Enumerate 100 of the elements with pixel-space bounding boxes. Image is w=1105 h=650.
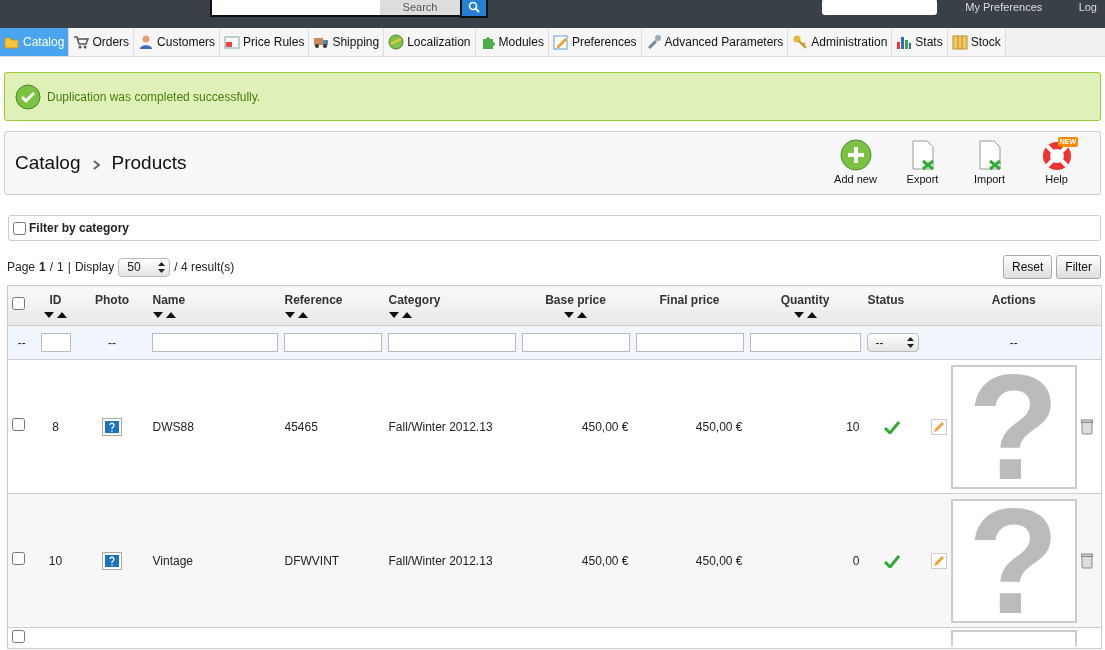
nav-tab[interactable]: Localization xyxy=(384,28,476,56)
page-number: 1 xyxy=(39,259,46,276)
bar-chart-icon xyxy=(896,34,913,50)
breadcrumb-item: Products xyxy=(111,150,187,175)
trash-icon[interactable] xyxy=(1080,418,1093,435)
table-cell: 10 xyxy=(48,553,63,568)
chevron-icon xyxy=(92,160,100,170)
sort-down-icon xyxy=(152,312,163,318)
edit-icon[interactable] xyxy=(930,552,947,569)
edit-icon[interactable] xyxy=(930,418,947,435)
image-preview: ? xyxy=(950,364,1077,489)
column-header[interactable]: Photo xyxy=(95,293,129,307)
nav-tab[interactable]: Shipping xyxy=(309,28,385,56)
table-cell: 450,00 € xyxy=(581,553,629,568)
table-cell: DWS88 xyxy=(152,419,194,434)
column-header[interactable]: Base price xyxy=(545,293,606,307)
preferences-link[interactable]: My Preferences xyxy=(965,0,1043,16)
row-checkbox[interactable] xyxy=(12,630,25,643)
sort-down-icon xyxy=(388,312,399,318)
nav-tab[interactable]: Preferences xyxy=(548,28,642,56)
wrench-icon xyxy=(645,34,662,50)
display-label: Display xyxy=(74,259,115,276)
table-cell: Vintage xyxy=(152,553,193,568)
filter-input[interactable] xyxy=(635,333,744,352)
checkmark-icon[interactable] xyxy=(883,554,900,569)
sort-up-icon xyxy=(806,312,817,318)
sort-down-icon xyxy=(793,312,804,318)
table-cell: 450,00 € xyxy=(581,419,629,434)
nav-tab[interactable]: Administration xyxy=(788,28,893,56)
nav-tab[interactable]: Modules xyxy=(475,28,549,56)
column-header[interactable]: Category xyxy=(388,293,441,307)
filter-input[interactable] xyxy=(283,333,382,352)
filter-input[interactable] xyxy=(387,333,516,352)
text-field[interactable] xyxy=(822,0,937,15)
action-button[interactable]: Reset xyxy=(1002,255,1053,279)
sort-down-icon xyxy=(284,312,295,318)
nav-tab[interactable]: Advanced Parameters xyxy=(641,28,789,56)
image-placeholder-icon xyxy=(102,551,122,570)
action-button[interactable]: Filter xyxy=(1056,255,1101,279)
column-header[interactable]: Actions xyxy=(991,293,1036,307)
row-checkbox[interactable] xyxy=(12,417,25,431)
search-button[interactable]: Search xyxy=(380,0,460,17)
success-message: Duplication was completed successfully. xyxy=(47,88,261,106)
image-placeholder-icon xyxy=(102,417,122,436)
filter-input[interactable] xyxy=(151,333,278,352)
table-cell: Fall/Winter 2012.13 xyxy=(388,553,493,568)
updown-icon xyxy=(158,261,166,273)
table-cell: 450,00 € xyxy=(695,553,743,568)
add-icon xyxy=(839,138,872,171)
select-all-checkbox[interactable] xyxy=(12,297,25,310)
table-cell: 10 xyxy=(846,419,860,434)
table-cell: DFWVINT xyxy=(284,553,340,568)
column-header[interactable]: Final price xyxy=(659,293,720,307)
placeholder-dash: -- xyxy=(17,335,26,350)
nav-tab[interactable]: Orders xyxy=(69,28,135,56)
table-cell: 0 xyxy=(852,553,860,568)
column-header[interactable]: Name xyxy=(152,293,186,307)
nav-tab[interactable]: Stock xyxy=(947,28,1006,56)
status-select[interactable]: -- xyxy=(866,333,919,352)
checkbox[interactable] xyxy=(13,221,26,235)
filter-label: Filter by category xyxy=(29,220,130,237)
page-count: 1 xyxy=(57,259,64,276)
placeholder-dash: -- xyxy=(108,335,116,350)
filter-input[interactable] xyxy=(40,333,71,352)
column-header[interactable]: ID xyxy=(49,293,62,307)
filter-input[interactable] xyxy=(521,333,630,352)
folder-icon xyxy=(4,34,20,50)
table-cell: Fall/Winter 2012.13 xyxy=(388,419,493,434)
column-header[interactable]: Quantity xyxy=(780,293,830,307)
per-page-select[interactable]: 50 xyxy=(118,257,171,277)
search-field[interactable] xyxy=(210,0,380,17)
table-cell: 450,00 € xyxy=(695,419,743,434)
nav-tab[interactable]: Customers xyxy=(134,28,221,56)
cart-icon xyxy=(73,34,90,50)
logout-link[interactable]: Log xyxy=(1078,0,1097,16)
sort-up-icon xyxy=(57,312,67,318)
sort-down-icon xyxy=(564,312,574,318)
toolbar-button[interactable]: Export xyxy=(889,138,956,188)
toolbar-button[interactable]: Import xyxy=(956,138,1023,188)
checkmark-icon xyxy=(15,83,41,110)
placeholder-dash: -- xyxy=(1009,335,1018,350)
updown-icon xyxy=(906,337,914,348)
box-icon xyxy=(951,34,968,50)
breadcrumb-item[interactable]: Catalog xyxy=(15,148,81,178)
toolbar-button[interactable]: Add new xyxy=(822,138,889,188)
page-label: Page xyxy=(7,259,36,276)
result-count: / 4 result(s) xyxy=(174,259,235,276)
pencil-paper-icon xyxy=(552,34,569,50)
row-checkbox[interactable] xyxy=(12,551,25,565)
nav-tab[interactable]: Stats xyxy=(892,28,948,56)
trash-icon[interactable] xyxy=(1080,552,1093,569)
nav-tab[interactable]: Price Rules xyxy=(220,28,310,56)
filter-input[interactable] xyxy=(749,333,861,352)
sort-up-icon xyxy=(165,312,176,318)
key-icon xyxy=(792,34,809,50)
search-icon-button[interactable] xyxy=(460,0,488,18)
search-icon xyxy=(468,1,480,13)
column-header[interactable]: Reference xyxy=(284,293,343,307)
checkmark-icon[interactable] xyxy=(883,420,900,435)
image-preview: ? xyxy=(950,498,1077,623)
